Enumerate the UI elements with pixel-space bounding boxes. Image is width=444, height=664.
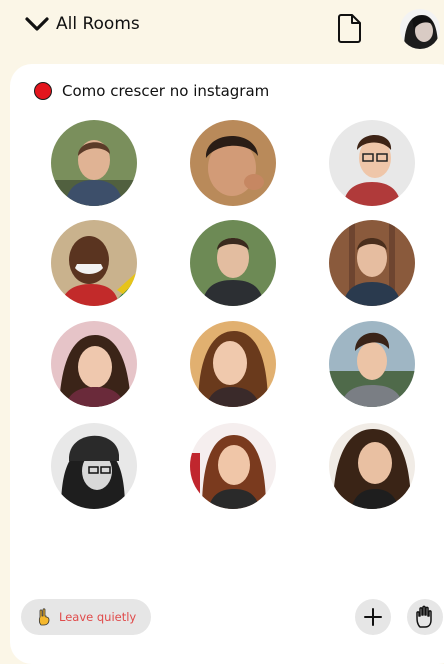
leave-quietly-label: Leave quietly — [59, 610, 137, 624]
participants-grid — [0, 0, 444, 523]
participant-avatar[interactable] — [329, 321, 415, 407]
speaker-avatar-image — [190, 423, 276, 509]
participant-avatar[interactable] — [190, 220, 276, 306]
bottom-bar: Leave quietly — [0, 587, 444, 647]
speaker-avatar-image — [329, 423, 415, 509]
speaker-avatar-image — [190, 120, 276, 206]
leave-quietly-button[interactable]: Leave quietly — [21, 599, 151, 635]
speaker-avatar-image — [190, 220, 276, 306]
participant-avatar[interactable] — [51, 423, 137, 509]
participant-avatar[interactable] — [329, 423, 415, 509]
speaker-avatar-image — [329, 321, 415, 407]
participant-avatar[interactable] — [51, 220, 137, 306]
participant-avatar[interactable] — [51, 120, 137, 206]
participant-avatar[interactable] — [190, 120, 276, 206]
participant-avatar[interactable] — [51, 321, 137, 407]
participant-avatar[interactable] — [190, 321, 276, 407]
speaker-avatar-image — [190, 321, 276, 407]
speaker-avatar-image — [51, 220, 137, 306]
plus-icon — [364, 608, 382, 626]
raise-hand-icon — [416, 605, 432, 628]
speaker-avatar-image — [329, 120, 415, 206]
speaker-avatar-image — [51, 120, 137, 206]
peace-hand-icon — [38, 608, 50, 626]
participant-avatar[interactable] — [329, 220, 415, 306]
speaker-avatar-image — [329, 220, 415, 306]
raise-hand-button[interactable] — [407, 599, 443, 635]
speaker-avatar-image — [51, 423, 137, 509]
participant-avatar[interactable] — [190, 423, 276, 509]
speaker-avatar-image — [51, 321, 137, 407]
add-button[interactable] — [355, 599, 391, 635]
participant-avatar[interactable] — [329, 120, 415, 206]
